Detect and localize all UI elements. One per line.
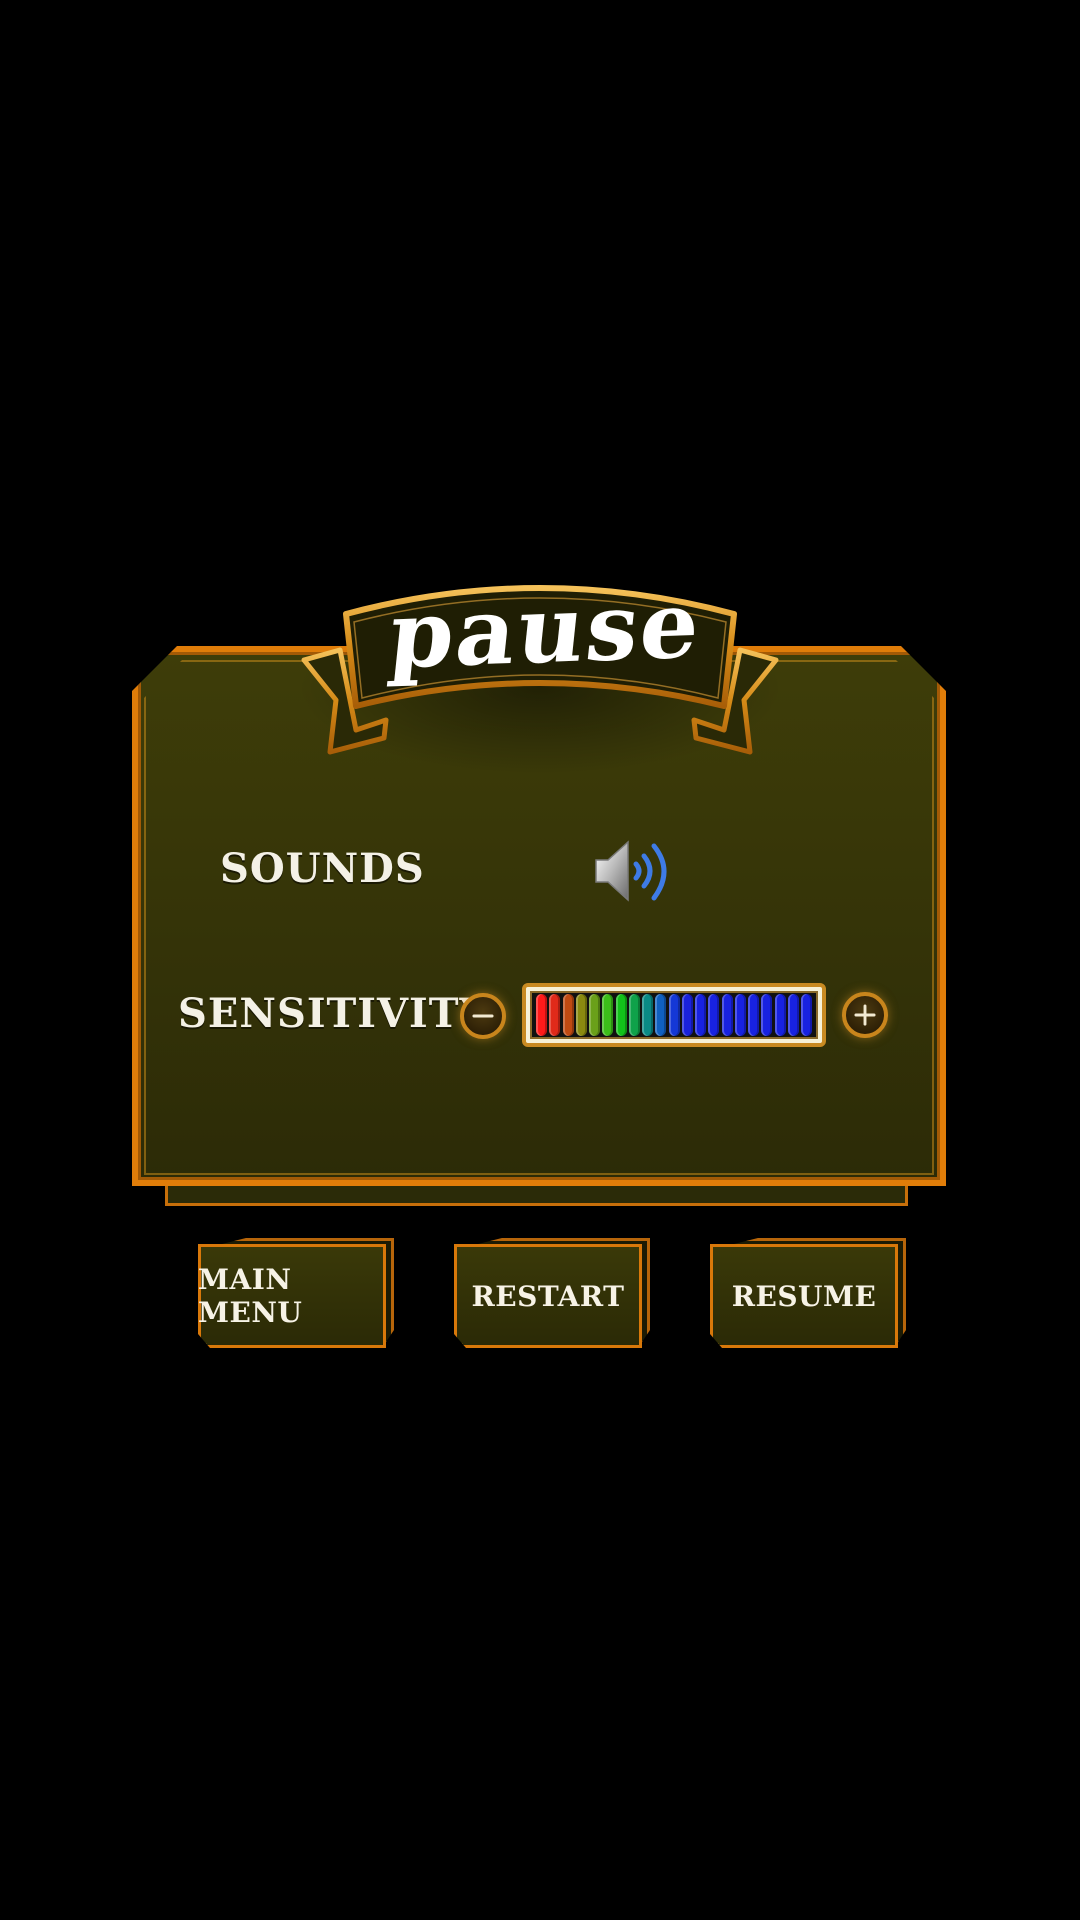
- sensitivity-meter-segment: [642, 994, 653, 1036]
- minus-icon: [472, 1014, 494, 1018]
- sensitivity-meter-track: [530, 991, 818, 1039]
- sensitivity-meter-segment: [801, 994, 812, 1036]
- sensitivity-meter-segment: [761, 994, 773, 1036]
- sensitivity-meter-segment: [748, 994, 759, 1036]
- sensitivity-meter-segment: [615, 994, 627, 1036]
- resume-label: RESUME: [731, 1279, 877, 1313]
- speaker-on-icon: [595, 840, 667, 902]
- sensitivity-meter-segment: [774, 994, 786, 1036]
- sensitivity-meter-segment: [575, 994, 587, 1036]
- sensitivity-meter-segment: [536, 994, 547, 1036]
- sensitivity-meter-segment: [787, 994, 799, 1036]
- sensitivity-meter-segment: [708, 994, 720, 1036]
- restart-label: RESTART: [471, 1279, 625, 1313]
- sound-toggle-button[interactable]: [592, 836, 678, 906]
- sensitivity-meter-segment: [562, 994, 574, 1036]
- sensitivity-meter-segment: [668, 994, 680, 1036]
- resume-button[interactable]: RESUME: [710, 1238, 906, 1354]
- sensitivity-meter-segment: [681, 994, 693, 1036]
- pause-title: pause: [384, 570, 707, 690]
- sensitivity-decrease-button[interactable]: [460, 993, 506, 1039]
- sensitivity-meter-segment: [589, 994, 600, 1036]
- sensitivity-meter-segment: [695, 994, 706, 1036]
- sensitivity-meter-segment: [721, 994, 733, 1036]
- sensitivity-meter-segment: [655, 994, 667, 1036]
- sensitivity-meter[interactable]: [522, 983, 826, 1047]
- sensitivity-increase-button[interactable]: [842, 992, 888, 1038]
- sensitivity-label: SENSITIVITY: [178, 990, 490, 1037]
- sensitivity-meter-segment: [734, 994, 746, 1036]
- sensitivity-meter-segment: [602, 994, 614, 1036]
- sensitivity-meter-segment: [549, 994, 561, 1036]
- sensitivity-meter-segment: [628, 994, 640, 1036]
- main-menu-button[interactable]: MAIN MENU: [198, 1238, 394, 1354]
- main-menu-label: MAIN MENU: [198, 1263, 303, 1329]
- game-background: pause SOUNDS SENSITIVITY MAIN MENU RESTA…: [0, 0, 1080, 1920]
- plus-icon: [854, 1004, 876, 1026]
- restart-button[interactable]: RESTART: [454, 1238, 650, 1354]
- sounds-label: SOUNDS: [220, 845, 425, 892]
